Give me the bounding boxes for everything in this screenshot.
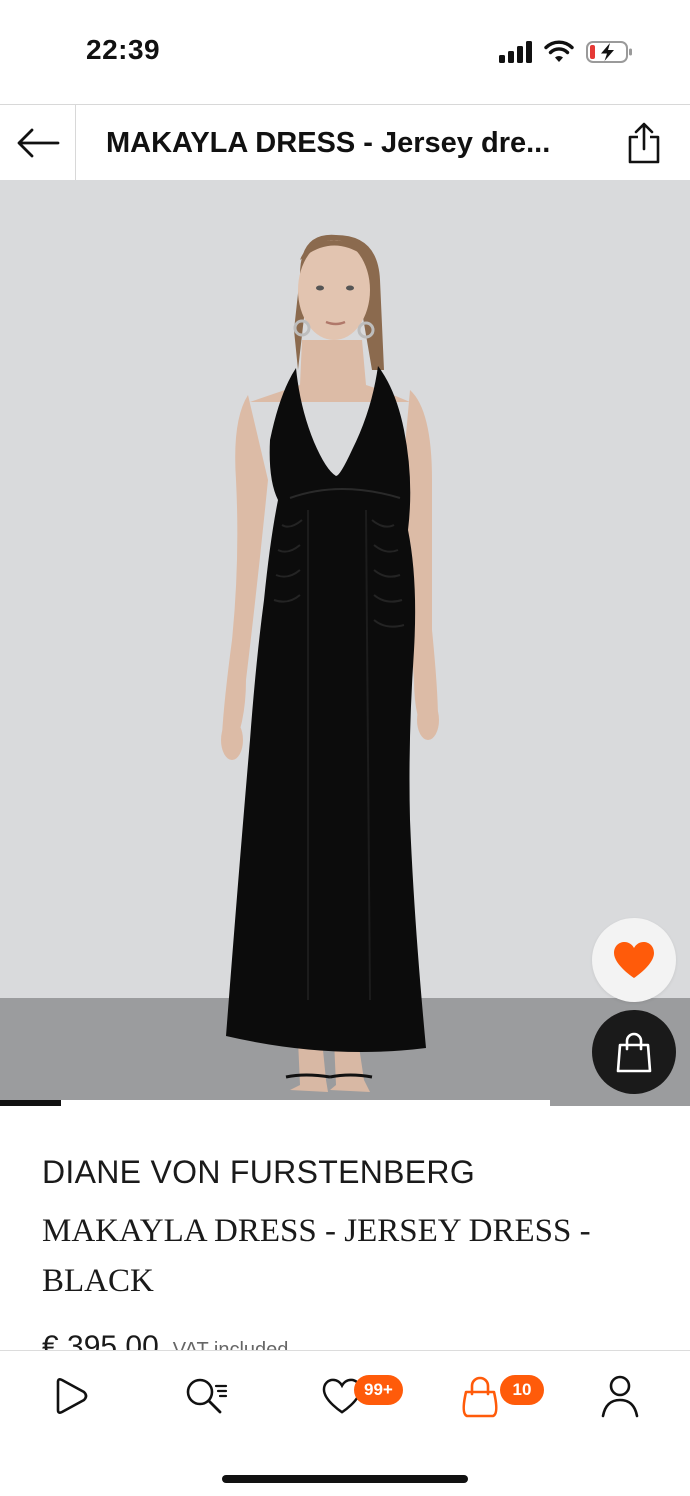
nav-item-search[interactable] (176, 1371, 236, 1421)
share-icon (628, 122, 660, 164)
app-header: MAKAYLA DRESS - Jersey dre... (0, 104, 690, 181)
product-brand[interactable]: DIANE VON FURSTENBERG (42, 1154, 475, 1191)
status-bar: 22:39 (0, 0, 690, 104)
wishlist-button[interactable] (592, 918, 676, 1002)
wifi-icon (544, 40, 574, 62)
cellular-signal-icon (499, 41, 532, 63)
wishlist-count-badge: 99+ (354, 1375, 403, 1405)
price-row: € 395.00 VAT included (42, 1330, 288, 1352)
back-button[interactable] (0, 105, 76, 181)
search-icon (186, 1378, 228, 1414)
shopping-bag-icon (616, 1032, 652, 1073)
bag-count-badge: 10 (500, 1375, 544, 1405)
nav-item-profile[interactable] (590, 1371, 650, 1421)
product-photo (0, 180, 690, 1106)
play-icon (56, 1378, 88, 1414)
product-price: € 395.00 (42, 1330, 159, 1352)
share-button[interactable] (624, 119, 664, 167)
status-icons (499, 38, 634, 66)
status-time: 22:39 (86, 34, 161, 65)
arrow-left-icon (17, 128, 59, 158)
product-name: MAKAYLA DRESS - JERSEY DRESS - BLACK (42, 1213, 591, 1299)
nav-item-discover[interactable] (40, 1371, 100, 1421)
bag-icon (462, 1376, 498, 1418)
product-image[interactable] (0, 180, 690, 1106)
add-to-bag-button[interactable] (592, 1010, 676, 1094)
bottom-nav: 99+ 10 (0, 1350, 690, 1496)
product-info: DIANE VON FURSTENBERG MAKAYLA DRESS - JE… (0, 1106, 690, 1352)
profile-icon (601, 1375, 639, 1418)
page-title: MAKAYLA DRESS - Jersey dre... (106, 127, 551, 159)
home-indicator[interactable] (222, 1475, 468, 1483)
heart-filled-icon (614, 942, 654, 978)
battery-charging-icon (586, 41, 632, 63)
